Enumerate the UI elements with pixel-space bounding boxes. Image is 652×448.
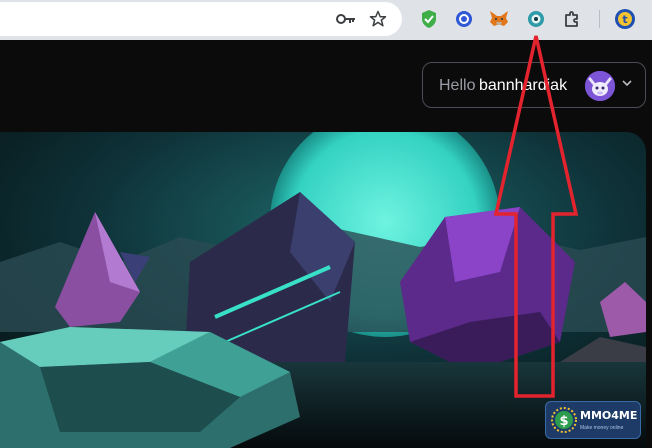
metamask-fox-icon[interactable] bbox=[488, 8, 510, 30]
key-icon[interactable] bbox=[335, 8, 357, 30]
username-text: bannhardiak bbox=[479, 77, 568, 94]
svg-text:$: $ bbox=[559, 414, 568, 429]
shield-check-icon[interactable] bbox=[418, 8, 440, 30]
star-icon[interactable] bbox=[367, 8, 389, 30]
dollar-badge-icon: $ bbox=[551, 407, 577, 433]
user-menu-button[interactable]: Hello bannhardiak bbox=[422, 62, 646, 108]
browser-toolbar: t bbox=[0, 0, 652, 40]
puzzle-extensions-icon[interactable] bbox=[561, 8, 583, 30]
chevron-down-icon[interactable] bbox=[621, 76, 633, 94]
watermark-subtitle: Make money online bbox=[580, 425, 624, 431]
svg-text:t: t bbox=[622, 13, 627, 26]
circle-o-extension-icon[interactable] bbox=[453, 8, 475, 30]
watermark-logo: $ MMO4ME Make money online bbox=[545, 401, 641, 439]
watermark-title: MMO4ME bbox=[580, 409, 638, 422]
greeting-text: Hello bbox=[439, 77, 476, 94]
avatar[interactable] bbox=[585, 71, 615, 101]
toolbar-divider bbox=[599, 10, 600, 28]
eye-extension-icon[interactable] bbox=[525, 8, 547, 30]
profile-t-icon[interactable]: t bbox=[614, 8, 636, 30]
